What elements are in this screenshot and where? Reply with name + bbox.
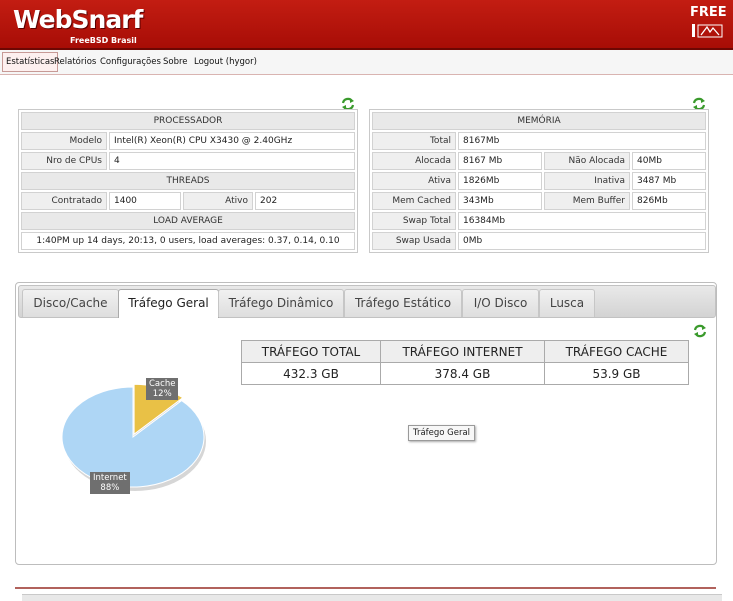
tab-lusca[interactable]: Lusca (539, 289, 595, 317)
pie-label-cache-value: 12% (152, 389, 172, 399)
tab-trafego-dinamico[interactable]: Tráfego Dinâmico (218, 289, 344, 317)
processador-table: PROCESSADOR Modelo Intel(R) Xeon(R) CPU … (18, 109, 358, 253)
threads-title: THREADS (21, 172, 355, 190)
app-logo[interactable]: WebSnarf (13, 5, 143, 34)
traffic-header-cache: TRÁFEGO CACHE (544, 340, 689, 363)
pie-label-internet-value: 88% (100, 483, 120, 493)
tab-disco-cache[interactable]: Disco/Cache (22, 289, 119, 317)
cpus-value: 4 (109, 152, 355, 170)
swap-total-value: 16384Mb (458, 212, 706, 230)
menu-sobre[interactable]: Sobre (163, 53, 188, 71)
modelo-label: Modelo (21, 132, 107, 150)
mem-buffer-value: 826Mb (632, 192, 706, 210)
freebsd-mark-icon (692, 24, 723, 38)
modelo-value: Intel(R) Xeon(R) CPU X3430 @ 2.40GHz (109, 132, 355, 150)
pie-label-internet: Internet 88% (90, 472, 130, 494)
contratado-value: 1400 (109, 192, 181, 210)
pie-label-cache: Cache 12% (146, 378, 179, 400)
swap-total-label: Swap Total (372, 212, 456, 230)
mem-buffer-label: Mem Buffer (544, 192, 630, 210)
tab-trafego-geral[interactable]: Tráfego Geral (118, 289, 219, 318)
refresh-icon[interactable] (693, 324, 707, 338)
tab-io-disco[interactable]: I/O Disco (462, 289, 539, 317)
cpus-label: Nro de CPUs (21, 152, 107, 170)
memoria-title: MEMÓRIA (372, 112, 706, 130)
footer-divider (15, 587, 716, 589)
mem-cached-value: 343Mb (458, 192, 542, 210)
traffic-header-total: TRÁFEGO TOTAL (241, 340, 381, 363)
pie-label-internet-name: Internet (93, 473, 127, 483)
traffic-summary-table: TRÁFEGO TOTAL TRÁFEGO INTERNET TRÁFEGO C… (241, 340, 689, 385)
freebsd-badge-icon: FREE (690, 5, 727, 39)
ativa-value: 1826Mb (458, 172, 542, 190)
load-average-title: LOAD AVERAGE (21, 212, 355, 230)
tab-strip: Disco/Cache Tráfego Geral Tráfego Dinâmi… (18, 285, 716, 318)
inativa-label: Inativa (544, 172, 630, 190)
swap-usada-label: Swap Usada (372, 232, 456, 250)
inativa-value: 3487 Mb (632, 172, 706, 190)
alocada-value: 8167 Mb (458, 152, 542, 170)
load-average-value: 1:40PM up 14 days, 20:13, 0 users, load … (21, 232, 355, 250)
app-logo-subtitle: FreeBSD Brasil (70, 36, 137, 45)
ativo-label: Ativo (183, 192, 253, 210)
traffic-pie-chart (61, 383, 206, 491)
chart-tooltip: Tráfego Geral (408, 425, 476, 441)
traffic-value-internet: 378.4 GB (380, 362, 545, 385)
ativa-label: Ativa (372, 172, 456, 190)
traffic-value-total: 432.3 GB (241, 362, 381, 385)
total-value: 8167Mb (458, 132, 706, 150)
app-header: WebSnarf FreeBSD Brasil FREE (0, 0, 733, 50)
menu-estatisticas[interactable]: Estatísticas (2, 52, 59, 72)
nao-alocada-value: 40Mb (632, 152, 706, 170)
tab-trafego-estatico[interactable]: Tráfego Estático (344, 289, 462, 317)
menu-relatorios[interactable]: Relatórios (54, 53, 96, 71)
menu-configuracoes[interactable]: Configurações (100, 53, 161, 71)
total-label: Total (372, 132, 456, 150)
processador-title: PROCESSADOR (21, 112, 355, 130)
nao-alocada-label: Não Alocada (544, 152, 630, 170)
badge-text: FREE (690, 5, 727, 20)
main-menu: Estatísticas Relatórios Configurações So… (0, 50, 733, 75)
contratado-label: Contratado (21, 192, 107, 210)
ativo-value: 202 (255, 192, 355, 210)
traffic-value-cache: 53.9 GB (544, 362, 689, 385)
alocada-label: Alocada (372, 152, 456, 170)
traffic-header-internet: TRÁFEGO INTERNET (380, 340, 545, 363)
memoria-table: MEMÓRIA Total 8167Mb Alocada 8167 Mb Não… (369, 109, 709, 253)
menu-logout[interactable]: Logout (hygor) (194, 53, 257, 71)
swap-usada-value: 0Mb (458, 232, 706, 250)
pie-label-cache-name: Cache (149, 379, 176, 389)
mem-cached-label: Mem Cached (372, 192, 456, 210)
pie-slice-internet[interactable] (61, 386, 205, 488)
